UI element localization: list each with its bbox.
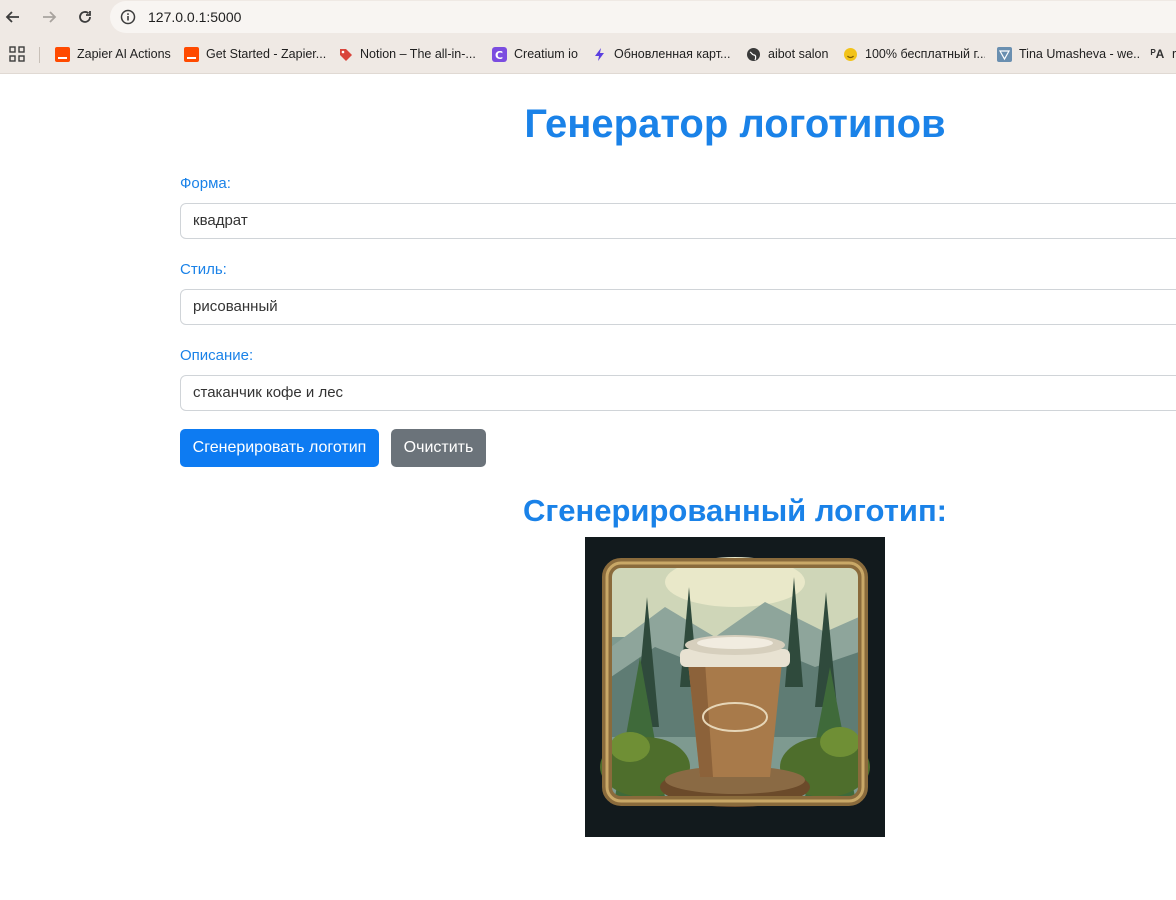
result-title: Сгенерированный логотип: <box>522 493 948 528</box>
bookmarks-bar: Zapier AI Actions Get Started - Zapier..… <box>0 35 1176 74</box>
bookmark-label: Zapier AI Actions <box>77 47 171 61</box>
bookmark-zapier-ai-actions[interactable]: Zapier AI Actions <box>55 45 175 63</box>
globe-icon <box>746 47 761 62</box>
site-info-icon[interactable] <box>120 9 136 30</box>
svg-text:C: C <box>495 49 503 62</box>
bookmark-label: r <box>1172 47 1176 61</box>
address-bar[interactable]: 127.0.0.1:5000 <box>110 1 1176 33</box>
translate-icon: ᴾA <box>1150 47 1165 61</box>
shape-input[interactable] <box>180 203 1176 239</box>
forward-arrow-icon <box>43 11 57 23</box>
smile-icon <box>843 47 858 62</box>
bookmark-obnovlennaya[interactable]: Обновленная карт... <box>592 45 735 63</box>
bookmark-label: Обновленная карт... <box>614 47 731 61</box>
apps-grid-icon <box>9 46 25 62</box>
reload-icon <box>79 11 91 23</box>
url-text: 127.0.0.1:5000 <box>148 9 242 25</box>
clear-button[interactable]: Очистить <box>391 429 486 467</box>
generate-logo-button[interactable]: Сгенерировать логотип <box>180 429 379 467</box>
bookmark-get-started-zapier[interactable]: Get Started - Zapier... <box>184 45 329 63</box>
description-input[interactable] <box>180 375 1176 411</box>
triangle-icon <box>997 46 1012 62</box>
bookmark-aibot-salon[interactable]: aibot salon <box>746 45 836 63</box>
bookmark-label: aibot salon <box>768 47 829 61</box>
apps-button[interactable] <box>9 45 25 63</box>
description-label: Описание: <box>180 347 254 364</box>
bookmark-notion[interactable]: Notion – The all-in-... <box>338 45 480 63</box>
bookmark-creatium[interactable]: C Creatium io <box>492 45 582 63</box>
creatium-icon: C <box>492 46 507 62</box>
page-title: Генератор логотипов <box>524 102 946 146</box>
browser-toolbar: 127.0.0.1:5000 <box>0 0 1176 35</box>
bookmark-label: Get Started - Zapier... <box>206 47 327 61</box>
bookmark-besplatnyi[interactable]: 100% бесплатный г... <box>843 45 985 63</box>
bookmark-translate[interactable]: ᴾA r <box>1150 45 1176 63</box>
bookmark-label: Creatium io <box>514 47 578 61</box>
generated-logo-image <box>585 537 885 837</box>
style-label: Стиль: <box>180 261 227 278</box>
bookmark-label: 100% бесплатный г... <box>865 47 985 61</box>
zapier-icon <box>55 46 70 62</box>
back-button[interactable] <box>2 6 24 28</box>
zapier-icon <box>184 46 199 62</box>
shape-label: Форма: <box>180 175 231 192</box>
forward-button[interactable] <box>38 6 60 28</box>
bookmark-tina-umasheva[interactable]: Tina Umasheva - we... <box>997 45 1139 63</box>
bookmark-label: Notion – The all-in-... <box>360 47 476 61</box>
bookmark-label: Tina Umasheva - we... <box>1019 47 1139 61</box>
bookmarks-divider <box>39 47 40 63</box>
reload-button[interactable] <box>74 6 96 28</box>
tag-icon <box>338 47 353 62</box>
bolt-icon <box>592 47 607 62</box>
back-arrow-icon <box>5 11 19 23</box>
style-input[interactable] <box>180 289 1176 325</box>
